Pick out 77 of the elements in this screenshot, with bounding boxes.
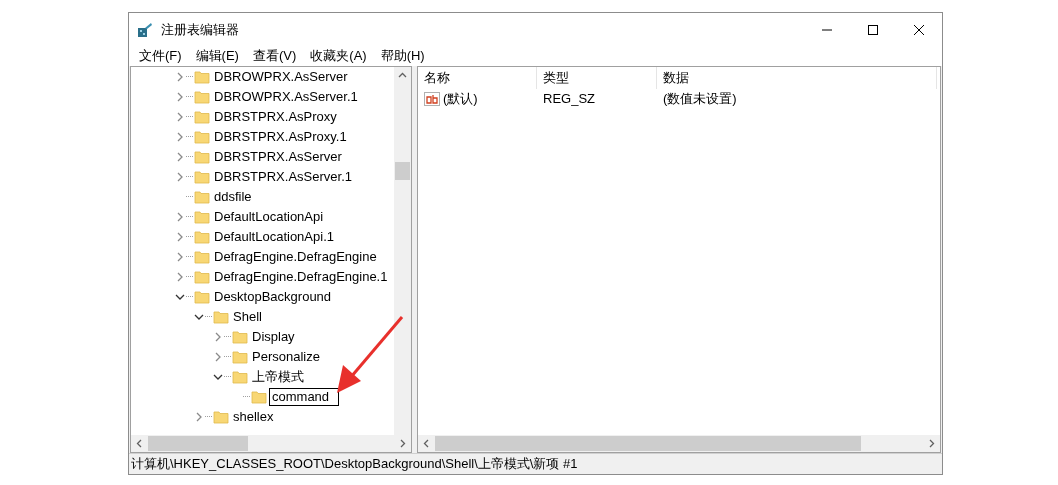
folder-icon bbox=[194, 288, 210, 305]
expand-icon[interactable] bbox=[213, 331, 223, 342]
folder-icon bbox=[194, 148, 210, 165]
expand-icon[interactable] bbox=[194, 411, 204, 422]
tree-item[interactable]: DesktopBackground bbox=[214, 289, 332, 305]
close-icon bbox=[914, 24, 924, 35]
value-type: REG_SZ bbox=[543, 91, 595, 107]
tree-item[interactable]: shellex bbox=[233, 409, 274, 425]
rename-field[interactable]: command bbox=[269, 387, 339, 406]
maximize-icon bbox=[868, 24, 878, 35]
folder-icon bbox=[232, 348, 248, 365]
string-value-icon bbox=[424, 91, 440, 106]
expand-icon[interactable] bbox=[175, 271, 185, 282]
tree-item[interactable]: DBROWPRX.AsServer.1 bbox=[214, 89, 358, 105]
window-title: 注册表编辑器 bbox=[161, 20, 240, 39]
horizontal-scrollbar[interactable] bbox=[131, 435, 411, 453]
expand-icon[interactable] bbox=[175, 71, 185, 82]
value-data: (数值未设置) bbox=[663, 89, 737, 108]
menu-item[interactable]: 编辑(E) bbox=[188, 46, 246, 65]
scroll-left-icon[interactable] bbox=[135, 439, 144, 449]
folder-icon bbox=[194, 88, 210, 105]
folder-icon bbox=[213, 308, 229, 325]
folder-icon bbox=[194, 268, 210, 285]
tree-item[interactable]: Display bbox=[252, 329, 295, 345]
expand-icon[interactable] bbox=[175, 251, 185, 262]
value-name: (默认) bbox=[443, 89, 478, 108]
folder-icon bbox=[194, 228, 210, 245]
tree-item[interactable]: DBROWPRX.AsServer bbox=[214, 69, 348, 85]
expand-icon[interactable] bbox=[175, 111, 185, 122]
column-header[interactable]: 数据 bbox=[663, 68, 689, 87]
folder-icon bbox=[194, 188, 210, 205]
menu-item[interactable]: 收藏夹(A) bbox=[303, 46, 374, 65]
scroll-up-icon[interactable] bbox=[398, 70, 407, 80]
folder-icon bbox=[194, 128, 210, 145]
scroll-thumb[interactable] bbox=[435, 436, 861, 452]
folder-icon bbox=[194, 108, 210, 125]
expand-icon[interactable] bbox=[175, 91, 185, 102]
tree-item[interactable]: DefaultLocationApi bbox=[214, 209, 324, 225]
tree-item[interactable]: Shell bbox=[233, 309, 262, 325]
tree-item[interactable]: 上帝模式 bbox=[252, 367, 304, 386]
expand-icon[interactable] bbox=[213, 351, 223, 362]
tree-item[interactable]: ddsfile bbox=[214, 189, 252, 205]
tree-item[interactable]: DBRSTPRX.AsServer bbox=[214, 149, 342, 165]
scroll-left-icon[interactable] bbox=[422, 439, 431, 449]
expand-icon[interactable] bbox=[175, 131, 185, 142]
column-header[interactable]: 名称 bbox=[424, 68, 450, 87]
tree-item[interactable]: Personalize bbox=[252, 349, 320, 365]
tree-item[interactable]: DBRSTPRX.AsServer.1 bbox=[214, 169, 352, 185]
expand-icon[interactable] bbox=[175, 211, 185, 222]
tree-item[interactable]: DefragEngine.DefragEngine.1 bbox=[214, 269, 388, 285]
folder-icon bbox=[194, 248, 210, 265]
folder-icon bbox=[194, 68, 210, 85]
scroll-right-icon[interactable] bbox=[398, 439, 407, 449]
menu-item[interactable]: 文件(F) bbox=[132, 46, 189, 65]
tree-item[interactable]: DBRSTPRX.AsProxy bbox=[214, 109, 337, 125]
scroll-right-icon[interactable] bbox=[927, 439, 936, 449]
menu-item[interactable]: 帮助(H) bbox=[373, 46, 432, 65]
menu-item[interactable]: 查看(V) bbox=[245, 46, 304, 65]
expand-icon[interactable] bbox=[175, 231, 185, 242]
folder-icon bbox=[251, 388, 267, 405]
expand-icon[interactable] bbox=[175, 151, 185, 162]
tree-item[interactable]: DBRSTPRX.AsProxy.1 bbox=[214, 129, 347, 145]
tree-item[interactable]: DefragEngine.DefragEngine bbox=[214, 249, 377, 265]
folder-icon bbox=[213, 408, 229, 425]
horizontal-scrollbar[interactable] bbox=[418, 435, 940, 453]
vertical-scrollbar[interactable] bbox=[394, 66, 411, 436]
expand-icon[interactable] bbox=[175, 171, 185, 182]
status-path: 计算机\HKEY_CLASSES_ROOT\DesktopBackground\Shell\上帝模式\新项 #1 bbox=[131, 455, 578, 474]
folder-icon bbox=[232, 368, 248, 385]
scroll-thumb[interactable] bbox=[395, 161, 410, 180]
folder-icon bbox=[232, 328, 248, 345]
app-icon bbox=[137, 21, 153, 38]
folder-icon bbox=[194, 168, 210, 185]
scroll-thumb[interactable] bbox=[148, 436, 248, 452]
tree-item[interactable]: DefaultLocationApi.1 bbox=[214, 229, 334, 245]
column-header[interactable]: 类型 bbox=[543, 68, 569, 87]
folder-icon bbox=[194, 208, 210, 225]
